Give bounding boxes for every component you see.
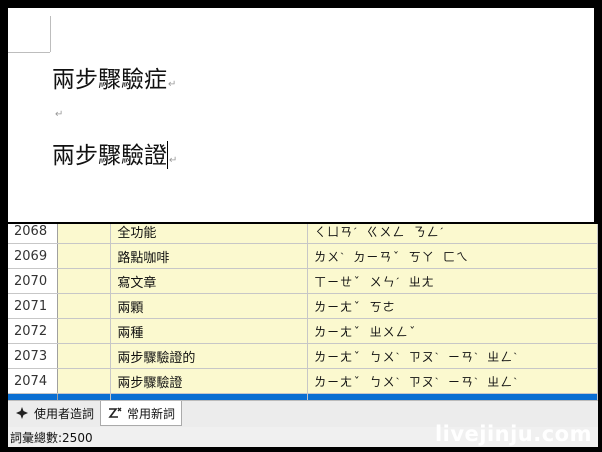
tab-user-dictionary[interactable]: 使用者造詞: [8, 401, 100, 425]
row-phrase: 兩步驟驗證: [110, 368, 309, 394]
row-blank: [57, 368, 112, 394]
watermark: livejinju.com: [434, 422, 592, 446]
row-blank: [57, 224, 112, 244]
row-id: 2072: [8, 318, 59, 344]
phrase-list[interactable]: 2068 全功能 ㄑㄩㄢˊ ㄍㄨㄥ ㄋㄥˊ 2069 路點咖啡 ㄌㄨˋ ㄉㄧㄢˇ ㄎㄚ ㄈ…: [8, 224, 598, 400]
row-blank: [57, 268, 112, 294]
row-id: 2069: [8, 243, 59, 269]
document-line-1-text: 兩步驟驗症: [52, 67, 167, 93]
row-phrase: 全功能: [110, 224, 309, 244]
table-row[interactable]: 2069 路點咖啡 ㄌㄨˋ ㄉㄧㄢˇ ㄎㄚ ㄈㄟ: [8, 243, 598, 269]
row-zhuyin: ㄒㄧㄝˇ ㄨㄣˊ ㄓㄤ: [307, 268, 598, 294]
paragraph-mark-icon: ↵: [168, 79, 177, 90]
table-row[interactable]: 2072 兩種 ㄌㄧㄤˇ ㄓㄨㄥˇ: [8, 318, 598, 344]
user-dict-icon: [14, 405, 30, 421]
row-zhuyin: ㄌㄧㄤˇ ㄓㄨㄥˇ: [307, 318, 598, 344]
new-words-icon: [107, 405, 123, 421]
table-row[interactable]: 2070 寫文章 ㄒㄧㄝˇ ㄨㄣˊ ㄓㄤ: [8, 268, 598, 294]
row-id: 2071: [8, 293, 59, 319]
document-line-1[interactable]: 兩步驟驗症↵: [52, 60, 176, 94]
table-row[interactable]: 2073 兩步驟驗證的 ㄌㄧㄤˇ ㄅㄨˋ ㄗㄡˋ ㄧㄢˋ ㄓㄥˋ: [8, 343, 598, 369]
row-zhuyin: ㄌㄧㄤˇ ㄅㄨˋ ㄗㄡˋ ㄧㄢˋ ㄓㄥˋ: [307, 368, 598, 394]
row-id: 2070: [8, 268, 59, 294]
document-line-2-text: 兩步驟驗證: [52, 143, 167, 169]
row-id: 2073: [8, 343, 59, 369]
row-zhuyin: ㄌㄨˋ ㄉㄧㄢˇ ㄎㄚ ㄈㄟ: [307, 243, 598, 269]
row-zhuyin: ㄌㄧㄤˇ ㄎㄜ: [307, 293, 598, 319]
margin-corner-mark: [8, 52, 50, 53]
row-zhuyin: ㄑㄩㄢˊ ㄍㄨㄥ ㄋㄥˊ: [307, 224, 598, 244]
table-row[interactable]: 2071 兩顆 ㄌㄧㄤˇ ㄎㄜ: [8, 293, 598, 319]
tab-common-new-words[interactable]: 常用新詞: [100, 401, 183, 426]
row-zhuyin: ㄌㄧㄤˇ ㄅㄨˋ ㄗㄡˋ ㄧㄢˋ ㄓㄥˋ: [307, 343, 598, 369]
paragraph-mark-icon: ↵: [169, 155, 178, 166]
row-blank: [57, 293, 112, 319]
document-area[interactable]: 兩步驟驗症↵ ↵ 兩步驟驗證 ↵: [8, 8, 594, 222]
table-row[interactable]: 2068 全功能 ㄑㄩㄢˊ ㄍㄨㄥ ㄋㄥˊ: [8, 224, 598, 244]
document-line-2[interactable]: 兩步驟驗證 ↵: [52, 136, 177, 170]
row-id: 2068: [8, 224, 59, 244]
row-phrase: 寫文章: [110, 268, 309, 294]
row-blank: [57, 343, 112, 369]
paragraph-mark-icon: ↵: [55, 109, 64, 120]
row-phrase: 兩顆: [110, 293, 309, 319]
tab-label: 常用新詞: [127, 406, 176, 421]
row-phrase: 兩種: [110, 318, 309, 344]
phrase-table: 2068 全功能 ㄑㄩㄢˊ ㄍㄨㄥ ㄋㄥˊ 2069 路點咖啡 ㄌㄨˋ ㄉㄧㄢˇ ㄎㄚ ㄈ…: [8, 224, 598, 400]
phrase-count: 詞彙總數:2500: [10, 430, 93, 445]
margin-corner-mark-vertical: [50, 16, 51, 52]
text-caret: [167, 141, 168, 169]
row-phrase: 兩步驟驗證的: [110, 343, 309, 369]
row-phrase: 路點咖啡: [110, 243, 309, 269]
row-id: 2074: [8, 368, 59, 394]
table-row[interactable]: 2074 兩步驟驗證 ㄌㄧㄤˇ ㄅㄨˋ ㄗㄡˋ ㄧㄢˋ ㄓㄥˋ: [8, 368, 598, 394]
tab-label: 使用者造詞: [34, 406, 95, 421]
row-blank: [57, 318, 112, 344]
row-blank: [57, 243, 112, 269]
